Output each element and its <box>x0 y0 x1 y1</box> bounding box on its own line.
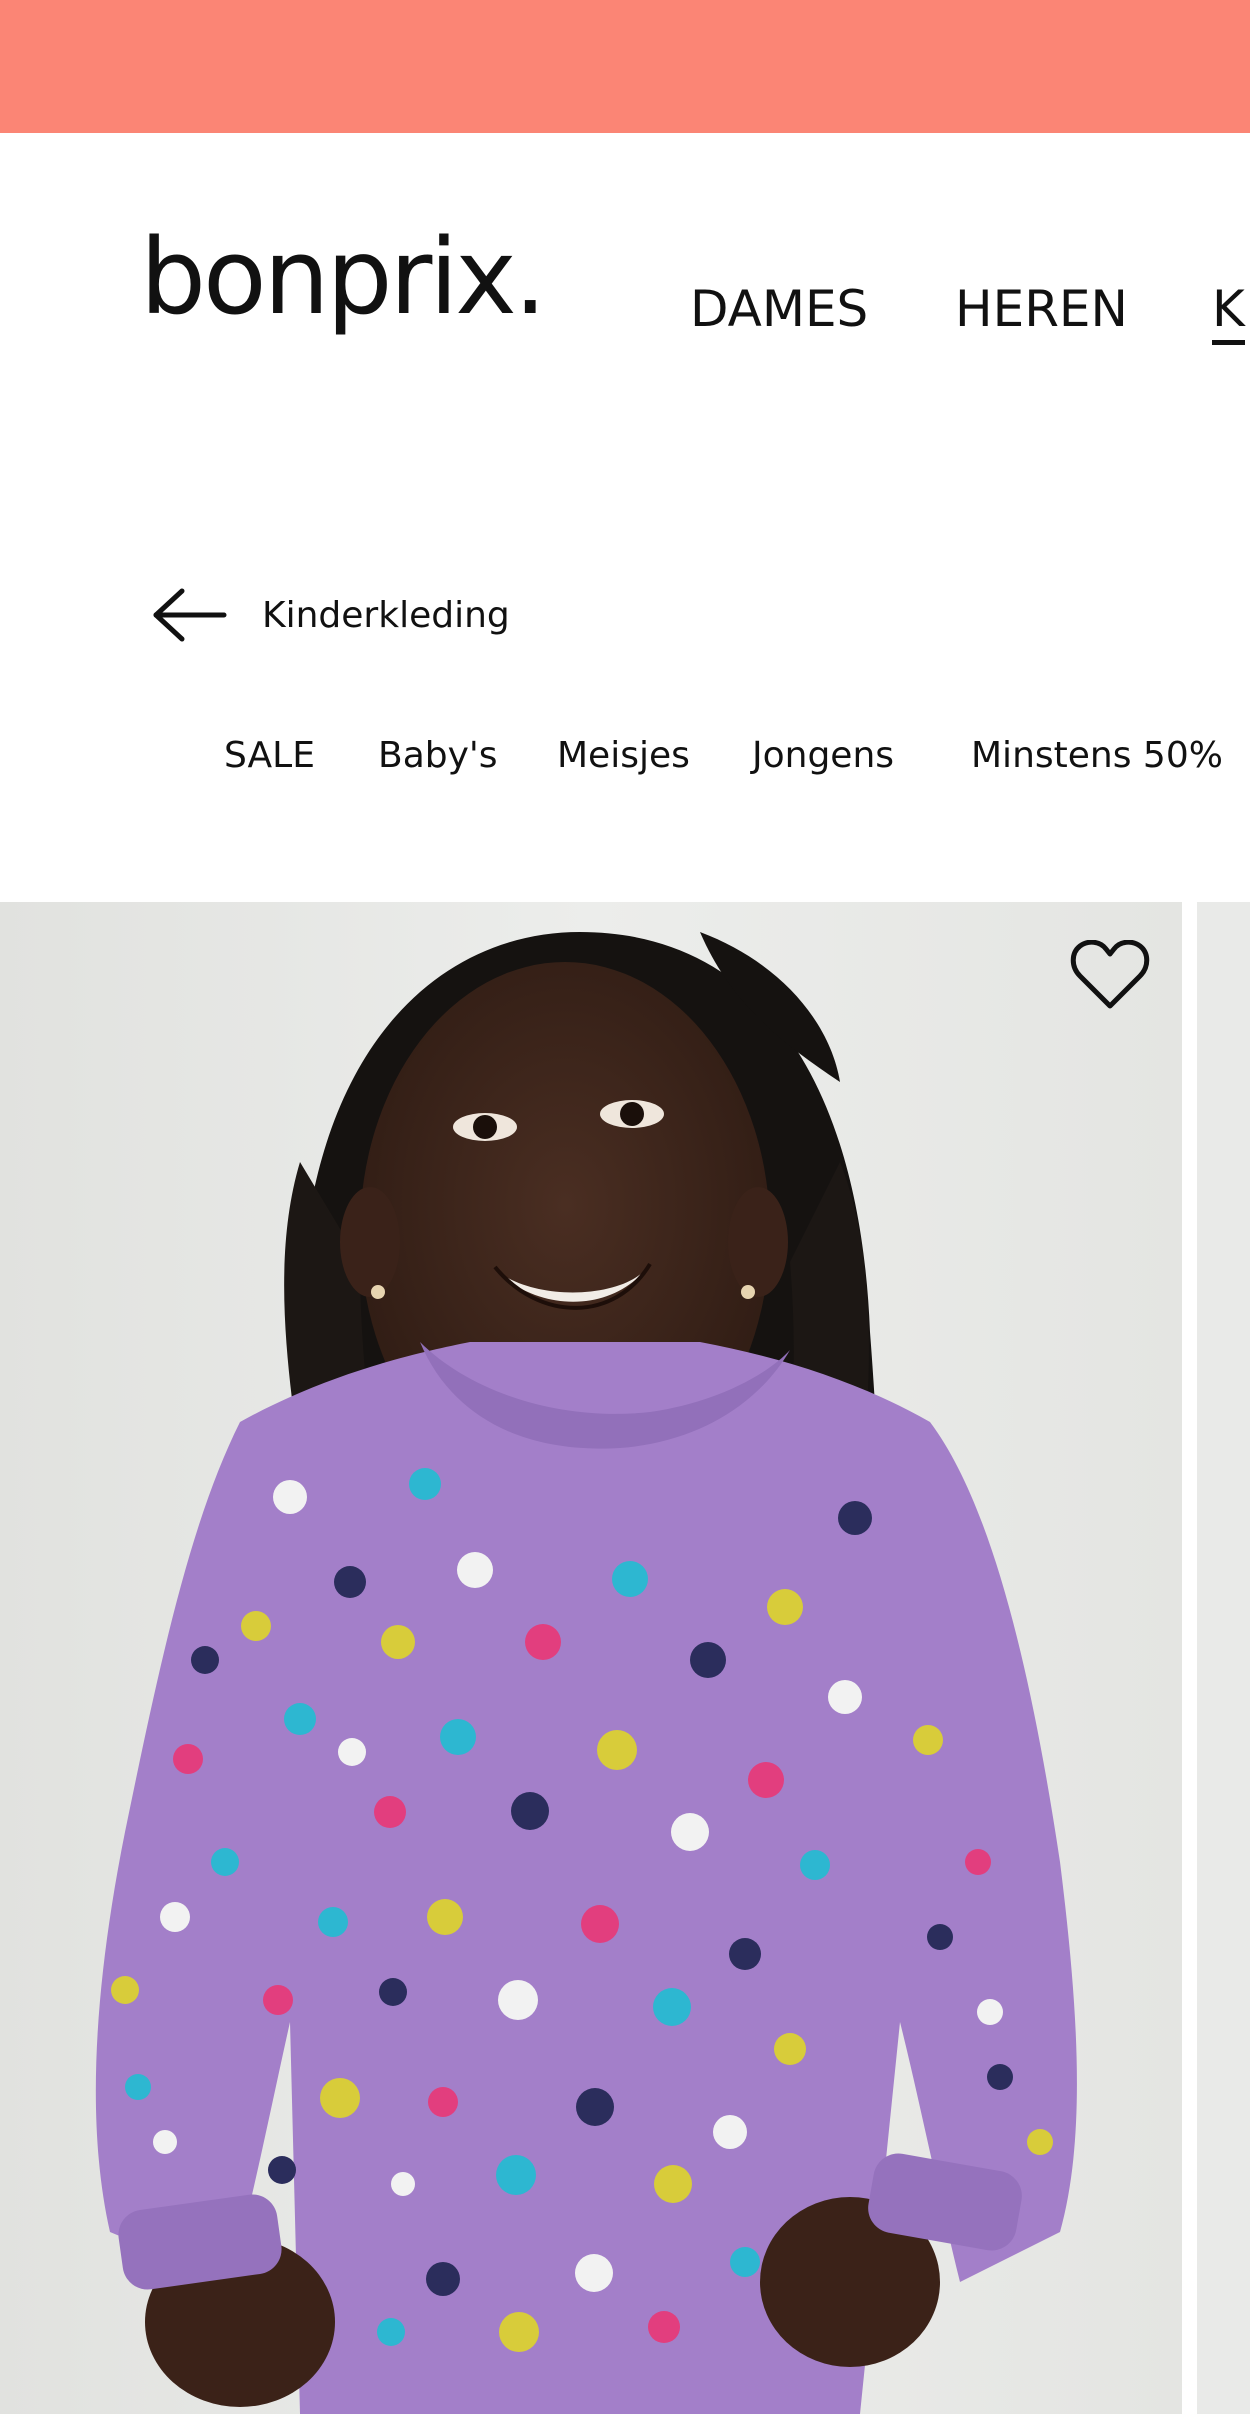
subnav-item-jongens[interactable]: Jongens <box>752 735 894 776</box>
arrow-left-icon <box>153 588 227 642</box>
category-subnav: SALE Baby's Meisjes Jongens Minstens 50% <box>0 735 1250 785</box>
promo-banner[interactable] <box>0 0 1250 133</box>
subnav-item-babys[interactable]: Baby's <box>378 735 498 776</box>
subnav-item-sale[interactable]: SALE <box>224 735 315 776</box>
wishlist-button[interactable] <box>1070 939 1150 1012</box>
product-image[interactable] <box>0 902 1182 2414</box>
back-link-label: Kinderkleding <box>262 594 510 636</box>
product-card-next[interactable] <box>1197 902 1250 2414</box>
subnav-item-meisjes[interactable]: Meisjes <box>557 735 690 776</box>
main-navigation: DAMES HEREN K <box>0 280 1250 345</box>
nav-item-dames[interactable]: DAMES <box>690 280 868 338</box>
back-link[interactable]: Kinderkleding <box>150 585 510 645</box>
subnav-item-minstens-50[interactable]: Minstens 50% <box>971 735 1223 776</box>
nav-item-kinderen[interactable]: K <box>1212 280 1245 345</box>
heart-icon <box>1070 939 1150 1009</box>
product-card[interactable] <box>0 902 1182 2414</box>
nav-item-heren[interactable]: HEREN <box>955 280 1128 338</box>
